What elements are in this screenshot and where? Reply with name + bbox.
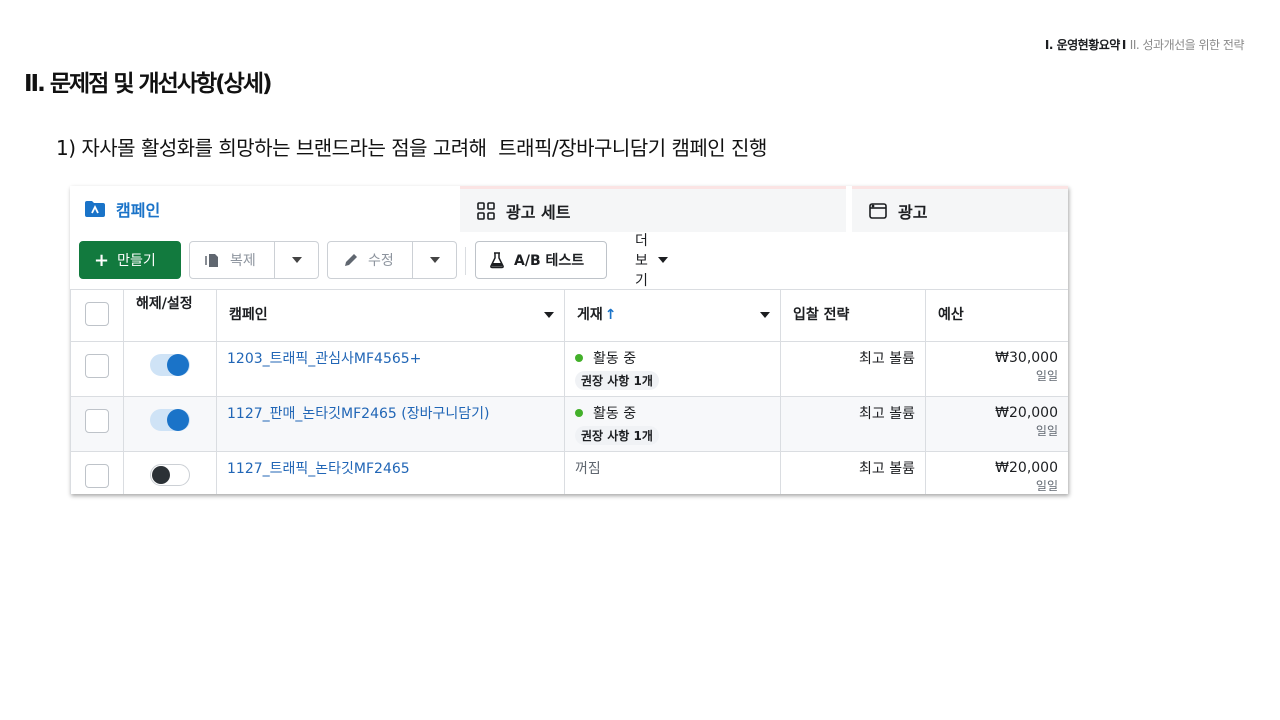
tab-ad-sets-label: 광고 세트 bbox=[506, 202, 571, 222]
table-header-row: 해제/설정 캠페인 게재 ↑ 입찰 전략 예산 bbox=[70, 289, 1068, 342]
folder-icon bbox=[84, 200, 106, 218]
select-all-checkbox[interactable] bbox=[85, 302, 109, 326]
table-row[interactable]: 1203_트래픽_관심사MF4565+ 활동 중 권장 사항 1개 최고 볼륨 … bbox=[70, 341, 1068, 397]
row-checkbox[interactable] bbox=[85, 409, 109, 433]
toolbar-divider bbox=[465, 247, 466, 275]
row-checkbox[interactable] bbox=[85, 354, 109, 378]
recommendation-badge[interactable]: 권장 사항 1개 bbox=[575, 426, 659, 445]
budget-column-header[interactable]: 예산 bbox=[925, 289, 1068, 342]
active-status-dot bbox=[575, 354, 583, 362]
chevron-down-icon bbox=[429, 257, 440, 263]
window-icon bbox=[868, 201, 888, 221]
campaign-name-link[interactable]: 1127_판매_논타깃MF2465 (장바구니담기) bbox=[227, 406, 489, 422]
tab-ad-sets[interactable]: 광고 세트 bbox=[460, 186, 846, 232]
campaign-table: 해제/설정 캠페인 게재 ↑ 입찰 전략 예산 1203_트래픽_관심사MF456… bbox=[70, 289, 1068, 494]
budget-period: 일일 bbox=[1035, 424, 1058, 439]
tab-bar: 캠페인 광고 세트 광고 bbox=[70, 186, 1068, 232]
delivery-status: 꺼짐 bbox=[575, 461, 601, 477]
duplicate-button[interactable]: 복제 bbox=[189, 241, 275, 279]
bid-strategy-value: 최고 볼륨 bbox=[859, 406, 915, 422]
budget-amount: ₩20,000 bbox=[995, 460, 1058, 476]
flask-icon bbox=[488, 251, 506, 269]
toggle-column-header[interactable]: 해제/설정 bbox=[123, 289, 217, 342]
delivery-status: 활동 중 bbox=[593, 406, 637, 422]
budget-period: 일일 bbox=[1035, 479, 1058, 494]
delivery-column-header[interactable]: 게재 ↑ bbox=[564, 289, 781, 342]
campaign-toggle[interactable] bbox=[150, 354, 190, 376]
active-status-dot bbox=[575, 409, 583, 417]
tab-campaigns[interactable]: 캠페인 bbox=[70, 186, 454, 232]
ab-test-button[interactable]: A/B 테스트 bbox=[475, 241, 607, 279]
edit-button-label: 수정 bbox=[368, 253, 394, 269]
edit-dropdown-button[interactable] bbox=[413, 241, 457, 279]
budget-period: 일일 bbox=[1035, 369, 1058, 384]
bid-strategy-column-label: 입찰 전략 bbox=[793, 307, 850, 323]
campaign-name-link[interactable]: 1127_트래픽_논타깃MF2465 bbox=[227, 461, 410, 477]
breadcrumb-next: II. 성과개선을 위한 전략 bbox=[1129, 38, 1245, 52]
chevron-down-icon bbox=[291, 257, 302, 263]
campaign-column-label: 캠페인 bbox=[229, 307, 268, 323]
breadcrumb-separator: I bbox=[1121, 38, 1126, 52]
breadcrumb: I. 운영현황요약 I II. 성과개선을 위한 전략 bbox=[1044, 36, 1245, 53]
create-button-label: 만들기 bbox=[117, 253, 156, 269]
tab-ads-label: 광고 bbox=[898, 202, 928, 222]
create-button[interactable]: + 만들기 bbox=[79, 241, 181, 279]
more-button-label: 더 보기 bbox=[635, 233, 648, 289]
bid-strategy-column-header[interactable]: 입찰 전략 bbox=[780, 289, 926, 342]
delivery-status: 활동 중 bbox=[593, 351, 637, 367]
budget-column-label: 예산 bbox=[938, 307, 964, 323]
campaign-toggle[interactable] bbox=[150, 409, 190, 431]
toggle-column-label: 해제/설정 bbox=[136, 296, 193, 312]
ab-test-button-label: A/B 테스트 bbox=[514, 253, 585, 269]
section-subtitle: 1) 자사몰 활성화를 희망하는 브랜드라는 점을 고려해 트래픽/장바구니담기… bbox=[56, 136, 767, 160]
sort-ascending-icon: ↑ bbox=[604, 307, 617, 323]
grid-icon bbox=[476, 201, 496, 221]
select-all-header bbox=[70, 289, 124, 342]
duplicate-dropdown-button[interactable] bbox=[275, 241, 319, 279]
recommendation-badge[interactable]: 권장 사항 1개 bbox=[575, 371, 659, 390]
edit-button[interactable]: 수정 bbox=[327, 241, 413, 279]
breadcrumb-current: I. 운영현황요약 bbox=[1044, 38, 1120, 52]
more-button[interactable]: 더 보기 bbox=[635, 233, 668, 289]
tab-campaigns-label: 캠페인 bbox=[116, 201, 161, 220]
chevron-down-icon[interactable] bbox=[760, 312, 770, 318]
row-checkbox[interactable] bbox=[85, 464, 109, 488]
page-title: II. 문제점 및 개선사항(상세) bbox=[24, 71, 272, 97]
tab-ads[interactable]: 광고 bbox=[852, 186, 1068, 232]
ads-manager-panel: 캠페인 광고 세트 광고 + 만들기 복제 수정 A/B 테스트 더 보기 해제… bbox=[70, 186, 1068, 494]
campaign-toggle[interactable] bbox=[150, 464, 190, 486]
budget-amount: ₩30,000 bbox=[995, 350, 1058, 366]
budget-amount: ₩20,000 bbox=[995, 405, 1058, 421]
table-row[interactable]: 1127_트래픽_논타깃MF2465 꺼짐 최고 볼륨 ₩20,000 일일 bbox=[70, 451, 1068, 494]
plus-icon: + bbox=[94, 249, 110, 271]
duplicate-button-label: 복제 bbox=[230, 253, 256, 269]
campaign-name-link[interactable]: 1203_트래픽_관심사MF4565+ bbox=[227, 351, 421, 367]
duplicate-icon bbox=[204, 251, 222, 269]
pencil-icon bbox=[342, 251, 360, 269]
bid-strategy-value: 최고 볼륨 bbox=[859, 351, 915, 367]
bid-strategy-value: 최고 볼륨 bbox=[859, 461, 915, 477]
chevron-down-icon bbox=[657, 257, 668, 263]
campaign-column-header[interactable]: 캠페인 bbox=[216, 289, 565, 342]
chevron-down-icon[interactable] bbox=[544, 312, 554, 318]
delivery-column-label: 게재 bbox=[577, 307, 603, 323]
table-row[interactable]: 1127_판매_논타깃MF2465 (장바구니담기) 활동 중 권장 사항 1개… bbox=[70, 396, 1068, 452]
